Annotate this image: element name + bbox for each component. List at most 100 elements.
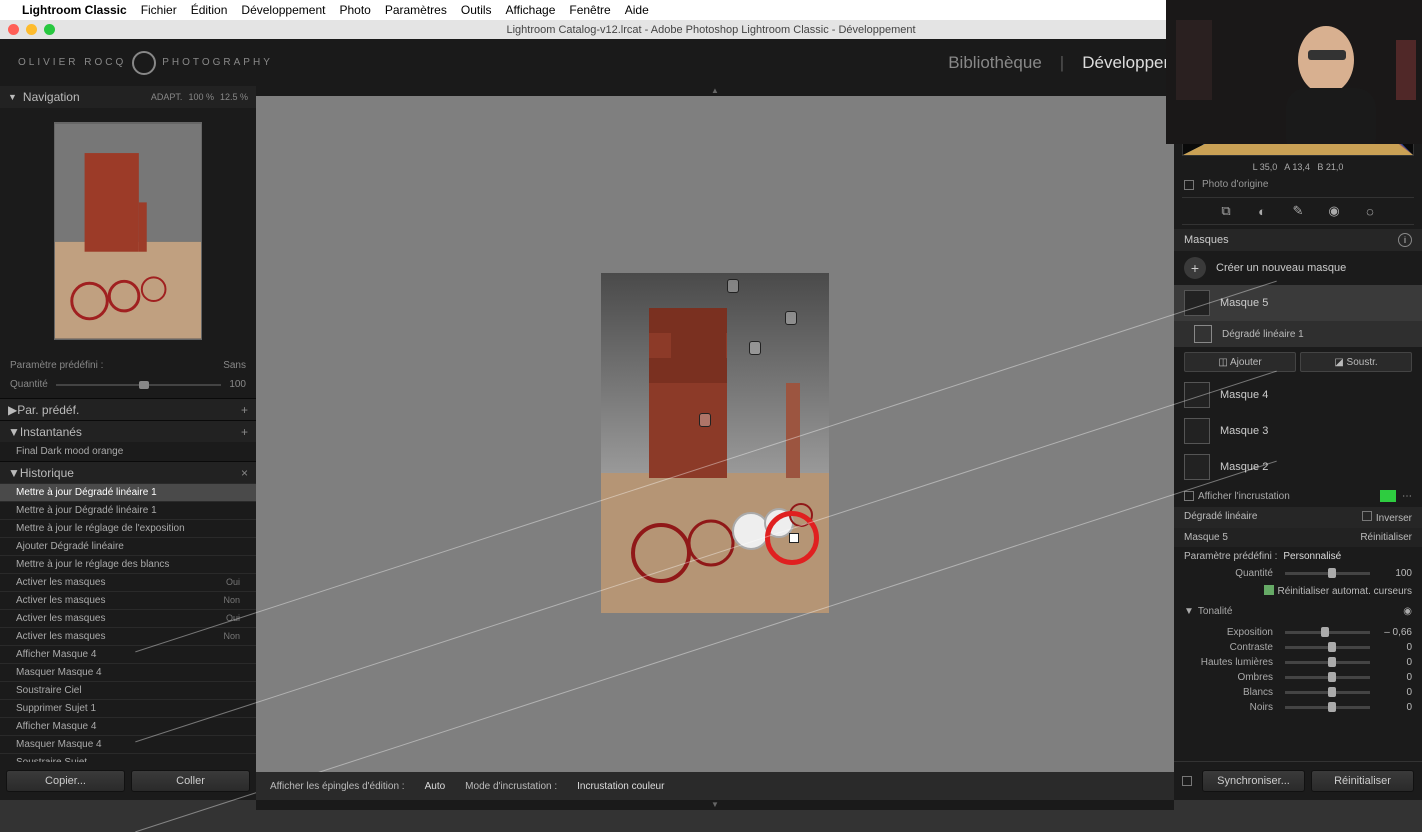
mask-item[interactable]: Masque 5 [1174, 285, 1422, 321]
photo-preview[interactable] [601, 273, 829, 613]
menu-edition[interactable]: Édition [191, 3, 228, 17]
history-item[interactable]: Activer les masquesNon [0, 591, 256, 609]
nav-zoom-custom[interactable]: 12.5 % [220, 92, 248, 102]
disclosure-icon[interactable]: ▼ [8, 425, 20, 439]
mask-pin[interactable] [727, 279, 739, 293]
subtract-mask-button[interactable]: ◪ Soustr. [1300, 352, 1412, 372]
slider-ombres[interactable]: Ombres0 [1182, 670, 1414, 685]
app-name[interactable]: Lightroom Classic [22, 3, 127, 17]
menu-photo[interactable]: Photo [339, 3, 370, 17]
origin-toggle[interactable]: Photo d'origine [1174, 176, 1422, 193]
navigation-header[interactable]: ▼ Navigation ADAPT. 100 % 12.5 % [0, 86, 256, 108]
history-header[interactable]: ▼ Historique × [0, 461, 256, 483]
mask-label: Masque 3 [1220, 425, 1268, 437]
sync-checkbox[interactable] [1182, 776, 1192, 786]
sync-button[interactable]: Synchroniser... [1202, 770, 1305, 792]
mask-pin[interactable] [699, 413, 711, 427]
paste-button[interactable]: Coller [131, 770, 250, 792]
close-icon[interactable] [8, 24, 19, 35]
navigation-preview[interactable] [0, 108, 256, 354]
history-item[interactable]: Mettre à jour Dégradé linéaire 1 [0, 483, 256, 501]
pins-dropdown[interactable]: Auto [425, 781, 446, 792]
overlay-color-swatch[interactable] [1380, 490, 1396, 502]
history-item[interactable]: Ajouter Dégradé linéaire [0, 537, 256, 555]
auto-reset-label[interactable]: Réinitialiser automat. curseurs [1278, 586, 1413, 597]
menu-outils[interactable]: Outils [461, 3, 492, 17]
menu-affichage[interactable]: Affichage [506, 3, 556, 17]
crop-tool-icon[interactable]: ⧉ [1218, 203, 1234, 219]
history-item[interactable]: Afficher Masque 4 [0, 645, 256, 663]
disclosure-icon[interactable]: ▼ [1184, 606, 1194, 617]
module-bibliotheque[interactable]: Bibliothèque [944, 51, 1046, 75]
checkbox-icon[interactable] [1184, 491, 1194, 501]
minimize-icon[interactable] [26, 24, 37, 35]
heal-tool-icon[interactable]: ◐ [1254, 203, 1270, 219]
info-icon[interactable]: i [1398, 233, 1412, 247]
mask-pin[interactable] [749, 341, 761, 355]
disclosure-icon[interactable]: ▼ [8, 466, 20, 480]
presets-header[interactable]: ▶ Par. prédéf. + [0, 398, 256, 420]
tone-header[interactable]: ▼ Tonalité ◉ [1174, 602, 1422, 621]
expand-top-icon[interactable]: ▲ [256, 86, 1174, 96]
history-item[interactable]: Soustraire Ciel [0, 681, 256, 699]
menu-fichier[interactable]: Fichier [141, 3, 177, 17]
mask-component[interactable]: Dégradé linéaire 1 [1174, 321, 1422, 347]
clear-icon[interactable]: × [241, 466, 248, 480]
slider-hautes-lumières[interactable]: Hautes lumières0 [1182, 655, 1414, 670]
traffic-lights[interactable] [8, 24, 55, 35]
masks-header[interactable]: Masques i [1174, 229, 1422, 251]
more-icon[interactable]: ⋯ [1402, 491, 1412, 502]
maximize-icon[interactable] [44, 24, 55, 35]
mask-item[interactable]: Masque 3 [1174, 413, 1422, 449]
history-item[interactable]: Mettre à jour le réglage des blancs [0, 555, 256, 573]
slider-contraste[interactable]: Contraste0 [1182, 640, 1414, 655]
add-mask-button[interactable]: ◫ Ajouter [1184, 352, 1296, 372]
expand-bottom-icon[interactable]: ▼ [256, 800, 1174, 810]
checkbox-icon[interactable] [1184, 180, 1194, 190]
slider-exposition[interactable]: Exposition– 0,66 [1182, 625, 1414, 640]
invert-label[interactable]: Inverser [1376, 513, 1412, 524]
slider-blancs[interactable]: Blancs0 [1182, 685, 1414, 700]
preset-value[interactable]: Sans [223, 360, 246, 371]
add-icon[interactable]: + [241, 425, 248, 439]
menu-aide[interactable]: Aide [625, 3, 649, 17]
create-mask-button[interactable]: + Créer un nouveau masque [1174, 251, 1422, 285]
slider-noirs[interactable]: Noirs0 [1182, 700, 1414, 715]
disclosure-icon[interactable]: ▶ [8, 403, 17, 417]
mask-preset-value[interactable]: Personnalisé [1283, 551, 1341, 562]
mask-tool-icon[interactable]: ◌ [1362, 203, 1378, 219]
gradient-handle[interactable] [789, 533, 799, 543]
copy-button[interactable]: Copier... [6, 770, 125, 792]
menu-fenetre[interactable]: Fenêtre [569, 3, 610, 17]
nav-zoom-100[interactable]: 100 % [188, 92, 214, 102]
history-item[interactable]: Activer les masquesOui [0, 573, 256, 591]
menu-parametres[interactable]: Paramètres [385, 3, 447, 17]
mask-item[interactable]: Masque 4 [1174, 377, 1422, 413]
snapshots-header[interactable]: ▼ Instantanés + [0, 420, 256, 442]
overlay-toggle[interactable]: Afficher l'incrustation ⋯ [1174, 485, 1422, 507]
eye-icon[interactable]: ◉ [1403, 606, 1412, 617]
history-item[interactable]: Soustraire Sujet [0, 753, 256, 762]
history-item[interactable]: Masquer Masque 4 [0, 735, 256, 753]
quantity-slider[interactable]: Quantité 100 [0, 377, 256, 398]
reset-button[interactable]: Réinitialiser [1311, 770, 1414, 792]
history-item[interactable]: Masquer Masque 4 [0, 663, 256, 681]
history-item[interactable]: Activer les masquesNon [0, 627, 256, 645]
plus-icon[interactable]: + [1184, 257, 1206, 279]
eye-tool-icon[interactable]: ◉ [1326, 203, 1342, 219]
menu-developpement[interactable]: Développement [241, 3, 325, 17]
mask-pin[interactable] [785, 311, 797, 325]
reset-mask-button[interactable]: Réinitialiser [1360, 532, 1412, 543]
overlay-mode-dropdown[interactable]: Incrustation couleur [577, 781, 664, 792]
history-item[interactable]: Afficher Masque 4 [0, 717, 256, 735]
history-item[interactable]: Mettre à jour Dégradé linéaire 1 [0, 501, 256, 519]
disclosure-icon[interactable]: ▼ [8, 92, 17, 102]
snapshot-item[interactable]: Final Dark mood orange [0, 442, 256, 461]
redeye-tool-icon[interactable]: ✎ [1290, 203, 1306, 219]
checkbox-icon[interactable] [1362, 511, 1372, 521]
history-item[interactable]: Mettre à jour le réglage de l'exposition [0, 519, 256, 537]
add-icon[interactable]: + [241, 403, 248, 417]
mask-item[interactable]: Masque 2 [1174, 449, 1422, 485]
nav-fit[interactable]: ADAPT. [151, 92, 183, 102]
canvas-area[interactable]: ▲ [256, 86, 1174, 800]
